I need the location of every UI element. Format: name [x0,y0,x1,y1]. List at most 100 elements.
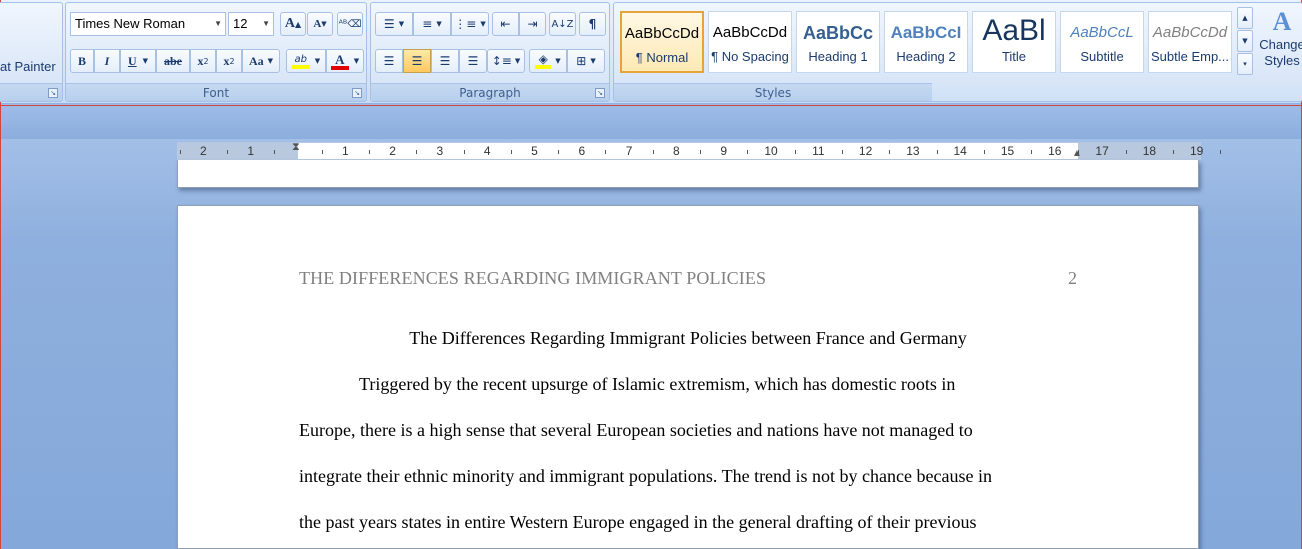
chevron-down-icon: ▼ [214,19,222,28]
ruler-tick [936,150,938,154]
justify-button[interactable]: ☰ [459,49,487,73]
change-case-icon: Aa [248,53,264,68]
previous-page-bottom [177,160,1199,188]
underline-button[interactable]: U ▼ [120,49,156,73]
borders-button[interactable]: ⊞ ▼ [567,49,605,73]
ruler-number: 1 [341,144,349,158]
highlighter-icon: ab [291,54,310,69]
ruler-tick [1125,150,1127,154]
horizontal-ruler[interactable]: 2 1 1 2 3 4 5 6 7 8 9 10 11 12 13 14 15 16 17 18 19 ⧗ ▲ [177,141,1222,160]
format-painter-button[interactable]: at Painter [0,59,56,74]
superscript-button[interactable]: x2 [216,49,242,73]
borders-icon: ⊞ [576,54,587,68]
numbering-button[interactable]: ≡ ▼ [413,12,451,36]
styles-group: AaBbCcDd ¶ Normal AaBbCcDd ¶ No Spacing … [613,2,1302,102]
style-subtitle[interactable]: AaBbCcL Subtitle [1060,11,1144,73]
change-styles-button[interactable]: A Change Styles [1257,7,1302,83]
ruler-number: 12 [858,144,873,158]
shrink-font-button[interactable]: A ▼ [307,12,333,36]
paragraph-group: ☰ ▼ ≡ ▼ ⋮≡ ▼ ⇤ ⇥ A↓Z ¶ ☰ ☰ ☰ ☰ ↕≡ ▼ ◈ ▼ … [370,2,610,102]
bold-button[interactable]: B [70,49,94,73]
style-normal[interactable]: AaBbCcDd ¶ Normal [620,11,704,73]
font-size-value: 12 [233,16,248,31]
bullets-button[interactable]: ☰ ▼ [375,12,413,36]
style-name: Heading 1 [808,49,868,64]
font-group-label: Font [66,83,366,101]
style-no-spacing[interactable]: AaBbCcDd ¶ No Spacing [708,11,792,73]
change-styles-icon: A [1272,7,1292,36]
style-name: ¶ Normal [635,50,689,65]
show-formatting-button[interactable]: ¶ [579,12,606,36]
highlight-button[interactable]: ab ▼ [286,49,326,73]
ribbon: at Painter ↘ Times New Roman ▼ 12 ▼ A ▲ A… [0,0,1302,104]
line-spacing-button[interactable]: ↕≡ ▼ [487,49,525,73]
style-name: Subtle Emp... [1150,49,1230,64]
grow-font-button[interactable]: A ▲ [280,12,306,36]
style-sample: AaBbCc [802,23,873,43]
paint-bucket-icon: ◈ [535,53,552,69]
style-subtle-emphasis[interactable]: AaBbCcDd Subtle Emp... [1148,11,1232,73]
ruler-number: 7 [625,144,633,158]
ruler-tick [510,150,512,154]
chevron-down-icon: ▼ [314,57,321,65]
multilevel-list-button[interactable]: ⋮≡ ▼ [451,12,489,36]
font-color-icon: A [330,53,349,70]
ruler-tick [321,150,323,154]
align-center-button[interactable]: ☰ [403,49,431,73]
gallery-more-button[interactable]: ▾ [1237,53,1253,75]
more-icon: ▾ [1243,60,1247,68]
style-sample: AaBbCcDd [1152,24,1228,41]
grow-font-icon: A [284,16,295,31]
sort-button[interactable]: A↓Z [549,12,576,36]
ruler-number: 5 [531,144,538,158]
clear-formatting-icon: ᴬᴮ⌫ [338,18,362,30]
subscript-button[interactable]: x2 [190,49,216,73]
decrease-indent-button[interactable]: ⇤ [492,12,519,36]
ruler-number: 15 [1000,144,1015,158]
font-name-value: Times New Roman [75,16,186,31]
align-left-button[interactable]: ☰ [375,49,403,73]
paragraph-line: the past years states in entire Western … [299,512,977,532]
right-indent-marker-icon[interactable]: ▲ [1072,148,1082,159]
style-title[interactable]: AaBl Title [972,11,1056,73]
ruler-tick [841,150,843,154]
shading-button[interactable]: ◈ ▼ [529,49,567,73]
gallery-scroll-down-button[interactable]: ▼ [1237,30,1253,52]
italic-button[interactable]: I [94,49,120,73]
font-name-combo[interactable]: Times New Roman ▼ [70,12,226,36]
bullets-icon: ☰ [383,17,395,31]
ruler-tick [700,150,702,154]
align-center-icon: ☰ [411,54,423,68]
gallery-scroll-up-button[interactable]: ▲ [1237,7,1253,29]
strikethrough-icon: abe [164,53,182,68]
paragraph-dialog-launcher-icon[interactable]: ↘ [595,88,605,98]
ruler-tick [416,150,418,154]
increase-indent-button[interactable]: ⇥ [519,12,546,36]
ribbon-bottom-strip [1,105,1301,139]
change-case-button[interactable]: Aa ▼ [242,49,280,73]
ruler-number: 2 [200,144,207,158]
style-heading-2[interactable]: AaBbCcI Heading 2 [884,11,968,73]
indent-marker-icon[interactable]: ⧗ [292,141,300,154]
ruler-tick [368,150,370,154]
ruler-number: 3 [436,144,444,158]
align-left-icon: ☰ [383,54,395,68]
document-page[interactable]: THE DIFFERENCES REGARDING IMMIGRANT POLI… [177,205,1199,549]
font-dialog-launcher-icon[interactable]: ↘ [352,88,362,98]
clear-formatting-button[interactable]: ᴬᴮ⌫ [337,12,363,36]
ruler-number: 19 [1190,144,1204,158]
clipboard-launcher-icon[interactable]: ↘ [48,88,58,98]
style-heading-1[interactable]: AaBbCc Heading 1 [796,11,880,73]
underline-icon: U [127,53,137,68]
strikethrough-button[interactable]: abe [156,49,190,73]
ruler-number: 9 [720,144,728,158]
font-size-combo[interactable]: 12 ▼ [228,12,274,36]
ruler-tick [983,150,985,154]
align-right-icon: ☰ [439,54,451,68]
ruler-tick [227,150,229,154]
align-right-button[interactable]: ☰ [431,49,459,73]
font-color-button[interactable]: A ▼ [326,49,364,73]
numbering-icon: ≡ [422,17,433,31]
shrink-font-icon: A [313,18,322,30]
style-sample: AaBbCcDd [624,25,700,42]
